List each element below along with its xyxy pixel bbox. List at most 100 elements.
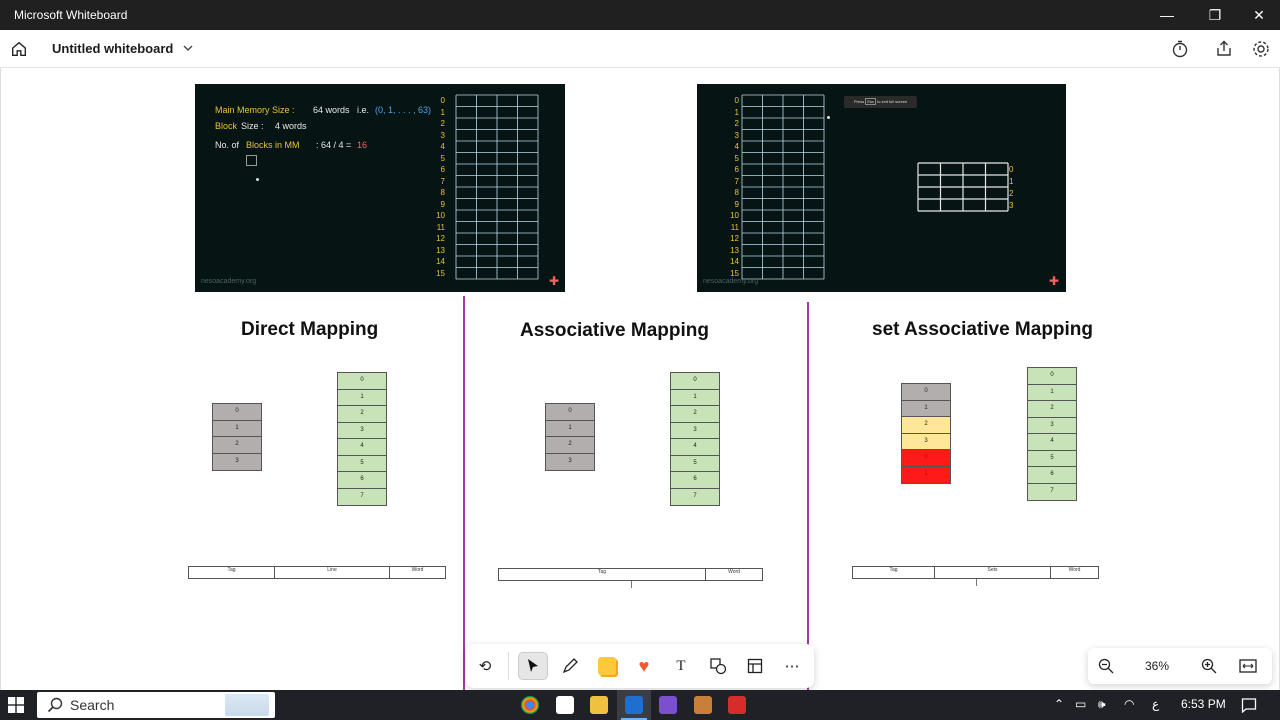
blocks-in-mm-label: Blocks in MM: [246, 140, 300, 150]
more-icon[interactable]: ⋯: [777, 652, 807, 680]
timer-icon[interactable]: [1170, 39, 1190, 59]
connector-tick: [976, 579, 977, 586]
document-title[interactable]: Untitled whiteboard: [52, 41, 173, 56]
fullscreen-hint-key: Esc: [865, 98, 877, 105]
neso-logo-icon: ✚: [549, 274, 560, 288]
maximize-button[interactable]: ❐: [1192, 0, 1238, 30]
row-number: 6: [734, 165, 739, 174]
clock-time[interactable]: 6:53 PM: [1181, 697, 1226, 711]
chevron-down-icon[interactable]: [182, 42, 194, 54]
cache-line: 0: [902, 450, 950, 467]
row-number: 13: [730, 245, 739, 255]
addr-field-word: Word: [728, 569, 740, 575]
app-icon[interactable]: [659, 696, 677, 714]
language-indicator[interactable]: ع: [1152, 697, 1159, 711]
sticky-note-icon[interactable]: [592, 652, 622, 680]
volume-icon[interactable]: 🕪: [1098, 697, 1106, 712]
select-icon[interactable]: [518, 652, 548, 680]
blocks-prefix: No. of: [215, 140, 240, 150]
row-number: 7: [440, 176, 445, 186]
row-number: 9: [440, 199, 445, 209]
fullscreen-hint-rest: to exit full screen: [877, 99, 908, 104]
memory-block: 5: [671, 456, 719, 472]
address-format-associative[interactable]: Tag Word: [498, 568, 763, 581]
cache-line: 3: [568, 457, 572, 464]
slide-image-cache[interactable]: 0 1 2 3 4 5 6 7 8 9 10 11 12 13 14 15 Press Esc to exit…: [697, 84, 1066, 292]
memory-blocks-direct[interactable]: 0 1 2 3 4 5 6 7: [337, 372, 387, 506]
pdf-reader-icon[interactable]: [728, 696, 746, 714]
addr-field-word: Word: [411, 567, 424, 573]
memory-block: 5: [1028, 451, 1076, 467]
zoom-in-icon[interactable]: [1201, 658, 1217, 674]
heading-direct-mapping[interactable]: Direct Mapping: [241, 319, 378, 341]
mm-size-ie: i.e.: [357, 105, 370, 115]
windows-start-icon[interactable]: [8, 697, 24, 713]
row-number: 0: [734, 96, 739, 105]
row-number: 11: [436, 222, 445, 232]
wifi-icon[interactable]: ◠: [1124, 697, 1134, 711]
row-number: 1: [734, 107, 739, 117]
row-number: 9: [734, 199, 739, 209]
cache-row-number: 1: [1009, 177, 1014, 186]
row-number: 0: [440, 96, 445, 105]
row-number: 15: [730, 268, 739, 278]
file-explorer-icon[interactable]: [590, 696, 608, 714]
taskbar-search-box[interactable]: Search: [37, 692, 275, 718]
memory-block: 2: [671, 406, 719, 423]
cache-blocks-associative[interactable]: 0 1 2 3: [545, 403, 595, 471]
addr-field-tag: Tag: [499, 569, 706, 580]
minimize-button[interactable]: —: [1144, 0, 1190, 30]
settings-gear-icon[interactable]: [1251, 39, 1271, 59]
fit-to-screen-icon[interactable]: [1239, 658, 1257, 674]
memory-blocks-associative[interactable]: 0 1 2 3 4 5 6 7: [670, 372, 720, 506]
pointer-dot: [256, 178, 259, 181]
row-number: 6: [440, 165, 445, 174]
fullscreen-hint: Press Esc to exit full screen: [844, 96, 917, 108]
cache-row-number: 0: [1009, 165, 1014, 174]
home-icon[interactable]: [10, 40, 28, 58]
zoom-level[interactable]: 36%: [1145, 659, 1169, 673]
memory-block: 3: [1028, 418, 1076, 434]
chevron-up-icon[interactable]: ⌃: [1054, 697, 1064, 711]
cache-line: 1: [213, 421, 261, 437]
app-header: Untitled whiteboard: [0, 30, 1280, 68]
blocks-expression: : 64 / 4 =: [316, 140, 352, 150]
pen-icon[interactable]: [555, 652, 585, 680]
whiteboard-app-icon[interactable]: [625, 696, 643, 714]
text-icon[interactable]: T: [666, 652, 696, 680]
row-number: 13: [436, 245, 445, 255]
zoom-out-icon[interactable]: [1098, 658, 1114, 674]
share-icon[interactable]: [1214, 39, 1234, 59]
cache-line: 1: [902, 466, 950, 483]
fullscreen-hint-press: Press: [854, 99, 865, 104]
address-format-direct[interactable]: Tag Line Word: [188, 566, 446, 579]
memory-block: 7: [693, 492, 697, 499]
row-number: 8: [440, 188, 445, 197]
window-title-bar: Microsoft Whiteboard — ❐ ✕: [0, 0, 1280, 30]
whiteboard-canvas[interactable]: Main Memory Size : 64 words i.e. (0, 1, …: [0, 68, 1280, 690]
slide-image-main-memory[interactable]: Main Memory Size : 64 words i.e. (0, 1, …: [195, 84, 565, 292]
heading-associative-mapping[interactable]: Associative Mapping: [520, 320, 709, 342]
templates-icon[interactable]: [740, 652, 770, 680]
row-number: 2: [440, 119, 445, 128]
undo-icon[interactable]: ⟲: [470, 652, 500, 680]
row-number: 4: [440, 142, 445, 151]
row-number: 12: [730, 234, 739, 243]
search-icon: [47, 697, 63, 713]
reactions-icon[interactable]: ♥: [629, 652, 659, 680]
battery-icon[interactable]: ▭: [1075, 697, 1086, 711]
close-button[interactable]: ✕: [1236, 0, 1280, 30]
address-format-set-associative[interactable]: Tag Sets Word: [852, 566, 1099, 579]
memory-blocks-set-associative[interactable]: 0 1 2 3 4 5 6 7: [1027, 367, 1077, 501]
shapes-icon[interactable]: [703, 652, 733, 680]
block-size-label: Size :: [241, 121, 264, 131]
app-icon[interactable]: [694, 696, 712, 714]
notifications-icon[interactable]: [1241, 697, 1257, 713]
heading-set-associative-mapping[interactable]: set Associative Mapping: [872, 319, 1093, 341]
mm-size-label: Main Memory Size :: [215, 105, 295, 115]
cache-blocks-set-associative[interactable]: 0 1 2 3 0 1: [901, 383, 951, 484]
chrome-icon[interactable]: [521, 696, 539, 714]
block-size-value: 4 words: [275, 121, 307, 131]
cache-blocks-direct[interactable]: 0 1 2 3: [212, 403, 262, 471]
store-icon[interactable]: [556, 696, 574, 714]
